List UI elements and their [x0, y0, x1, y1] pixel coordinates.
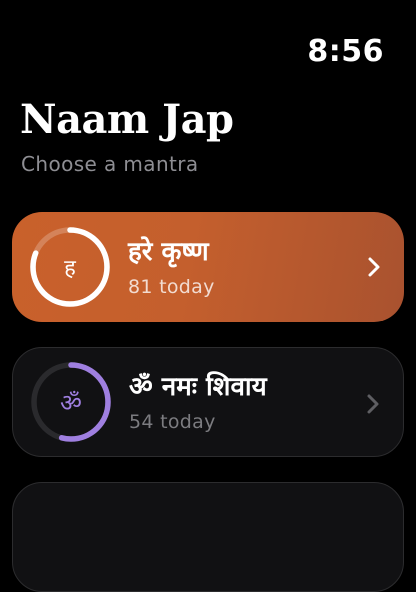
today-count: 54 today: [129, 411, 216, 433]
mantra-card-hare-krishna[interactable]: ह हरे कृष्ण 81 today: [12, 212, 404, 322]
chevron-right-icon: [368, 257, 380, 277]
mantra-name: ॐ नमः शिवाय: [129, 372, 267, 402]
mantra-card-partial[interactable]: [12, 482, 404, 592]
status-time: 8:56: [307, 34, 384, 69]
page-title: Naam Jap: [20, 96, 234, 143]
today-count: 81 today: [128, 276, 215, 298]
page-subtitle: Choose a mantra: [21, 152, 199, 176]
mantra-card-om-namah-shivaya[interactable]: ॐ ॐ नमः शिवाय 54 today: [12, 347, 404, 457]
progress-ring: ॐ: [28, 359, 114, 445]
chevron-right-icon: [367, 394, 379, 414]
mantra-name: हरे कृष्ण: [128, 237, 209, 267]
mantra-glyph: ह: [64, 256, 76, 281]
mantra-glyph: ॐ: [60, 388, 82, 417]
progress-ring: ह: [27, 224, 113, 310]
